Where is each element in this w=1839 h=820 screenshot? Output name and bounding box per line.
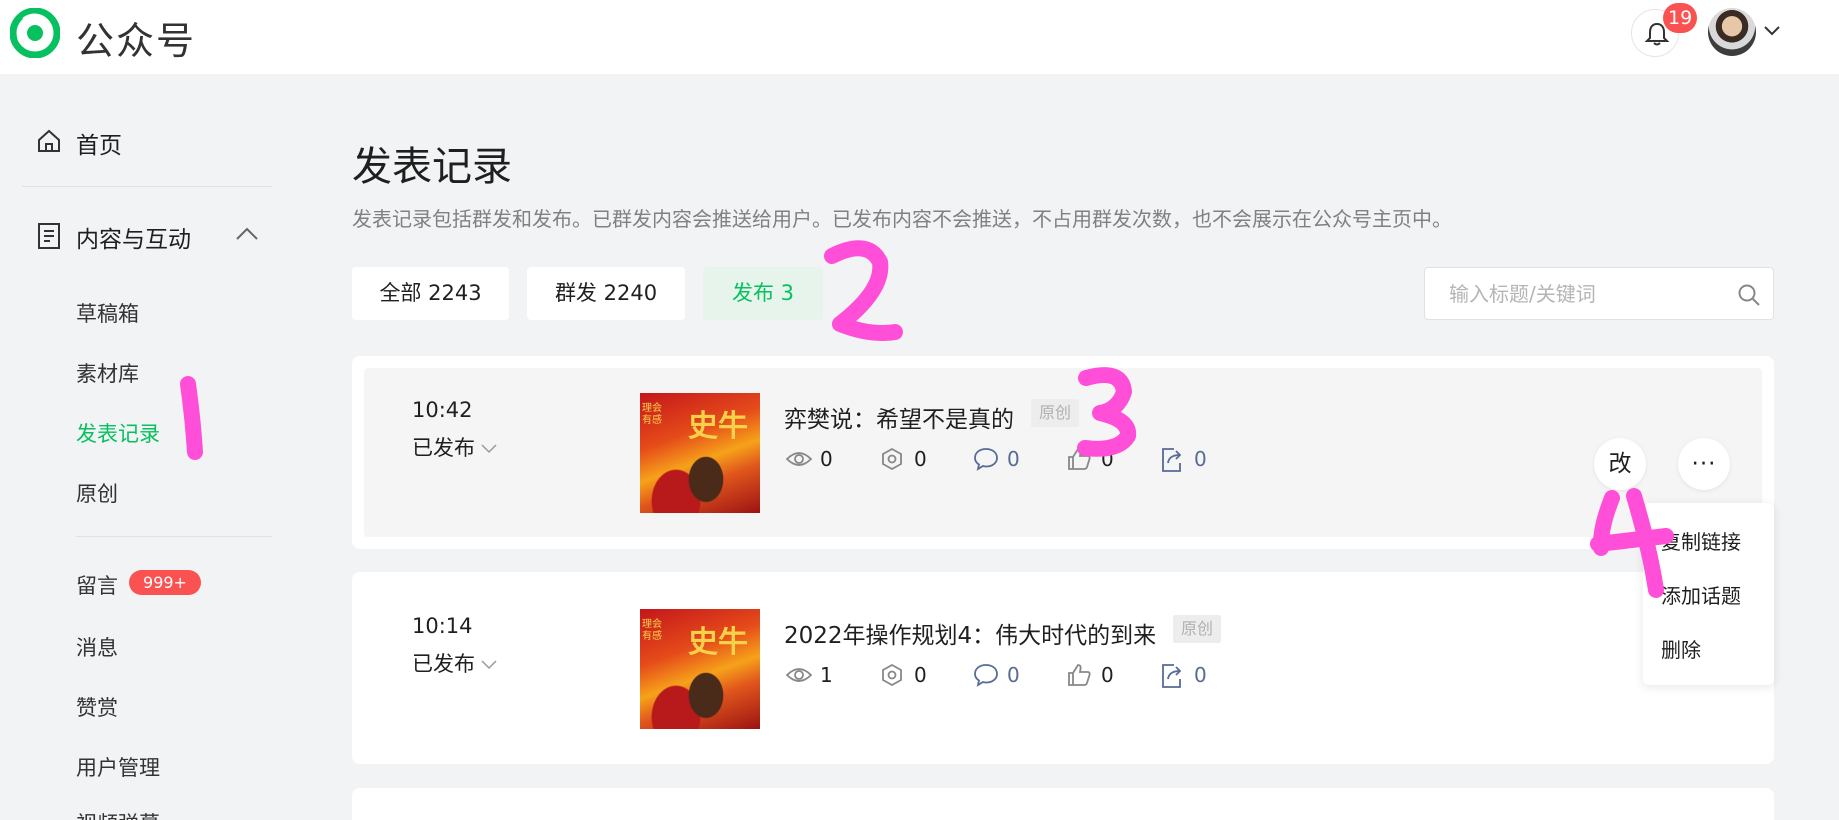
sidebar-item-users[interactable]: 用户管理 [76, 752, 160, 782]
thumbs-up-icon [1068, 448, 1091, 470]
stat-views-value: 1 [820, 663, 833, 687]
top-header: 公众号 19 [0, 0, 1839, 74]
article-thumbnail[interactable]: 史牛 理会 有感 [640, 393, 760, 513]
stat-comments-value: 0 [1007, 663, 1020, 687]
more-button[interactable]: ··· [1678, 438, 1730, 490]
sidebar-item-home[interactable]: 首页 [76, 126, 122, 160]
original-tag: 原创 [1031, 399, 1080, 427]
thumbs-up-icon [1068, 664, 1091, 686]
forward-icon [1162, 448, 1182, 472]
article-card[interactable] [352, 356, 1774, 549]
comment-icon [974, 448, 998, 471]
sidebar-item-news[interactable]: 消息 [76, 632, 118, 662]
annotation-2 [824, 240, 903, 341]
wechat-logo-icon[interactable] [10, 8, 60, 58]
article-card[interactable] [352, 788, 1774, 820]
sidebar-item-rewards[interactable]: 赞赏 [76, 692, 118, 722]
article-card-hover [364, 368, 1762, 537]
article-status-label: 已发布 [412, 652, 475, 676]
chevron-up-icon[interactable] [236, 226, 258, 240]
menu-item-copy-link[interactable]: 复制链接 [1661, 526, 1741, 555]
context-menu: 复制链接 添加话题 删除 [1643, 503, 1774, 685]
chevron-down-icon [481, 444, 497, 454]
article-card[interactable] [352, 572, 1774, 764]
search-input[interactable] [1449, 281, 1719, 307]
avatar[interactable] [1708, 8, 1756, 56]
menu-item-delete[interactable]: 删除 [1661, 634, 1701, 663]
stat-likes-value: 0 [1101, 447, 1114, 471]
stat-forwards-value: 0 [1194, 447, 1207, 471]
page-title: 发表记录 [352, 144, 512, 190]
search-box[interactable] [1424, 267, 1774, 320]
messages-badge: 999+ [129, 570, 201, 595]
sidebar-divider [22, 186, 272, 187]
thumbnail-small-text: 理会 有感 [642, 403, 662, 426]
share-network-icon [882, 447, 902, 471]
notification-count-badge: 19 [1663, 3, 1698, 33]
thumbnail-text: 史牛 [688, 625, 748, 660]
article-status[interactable]: 已发布 [412, 648, 497, 678]
article-time: 10:14 [412, 614, 473, 638]
edit-button[interactable]: 改 [1594, 438, 1646, 490]
stat-shares-value: 0 [914, 447, 927, 471]
stat-shares-value: 0 [914, 663, 927, 687]
thumbnail-small-text: 理会 有感 [642, 619, 662, 642]
article-thumbnail[interactable]: 史牛 理会 有感 [640, 609, 760, 729]
stat-comments-value: 0 [1007, 447, 1020, 471]
original-tag: 原创 [1173, 615, 1222, 643]
article-title[interactable]: 2022年操作规划4：伟大时代的到来 [784, 616, 1156, 650]
home-icon [38, 129, 60, 152]
article-status-label: 已发布 [412, 436, 475, 460]
article-title[interactable]: 弈樊说：希望不是真的 [784, 400, 1014, 434]
sidebar-divider [76, 536, 272, 537]
sidebar-item-publish-records[interactable]: 发表记录 [76, 418, 160, 448]
eye-icon [786, 668, 812, 682]
search-icon[interactable] [1737, 283, 1761, 307]
tab-publish[interactable]: 发布 3 [703, 267, 823, 320]
chevron-down-icon[interactable] [1764, 26, 1780, 36]
stat-likes-value: 0 [1101, 663, 1114, 687]
chevron-down-icon [481, 660, 497, 670]
forward-icon [1162, 664, 1182, 688]
page-description: 发表记录包括群发和发布。已群发内容会推送给用户。已发布内容不会推送，不占用群发次… [352, 207, 1452, 231]
article-status[interactable]: 已发布 [412, 432, 497, 462]
document-icon [38, 223, 60, 249]
menu-item-add-topic[interactable]: 添加话题 [1661, 580, 1741, 609]
annotation-1 [180, 376, 203, 460]
stat-views-value: 0 [820, 447, 833, 471]
sidebar-item-video-danmaku[interactable]: 视频弹幕 [76, 808, 160, 820]
sidebar-item-messages[interactable]: 留言 [76, 570, 118, 600]
eye-icon [786, 452, 812, 466]
share-network-icon [882, 663, 902, 687]
tab-mass-send[interactable]: 群发 2240 [527, 267, 685, 320]
sidebar-section-content[interactable]: 内容与互动 [76, 220, 191, 254]
tab-all[interactable]: 全部 2243 [352, 267, 509, 320]
stat-forwards-value: 0 [1194, 663, 1207, 687]
thumbnail-text: 史牛 [688, 409, 748, 444]
sidebar-item-materials[interactable]: 素材库 [76, 358, 139, 388]
brand-name: 公众号 [76, 19, 197, 63]
sidebar-item-drafts[interactable]: 草稿箱 [76, 298, 139, 328]
article-time: 10:42 [412, 398, 473, 422]
comment-icon [974, 664, 998, 687]
sidebar-item-original[interactable]: 原创 [76, 478, 118, 508]
